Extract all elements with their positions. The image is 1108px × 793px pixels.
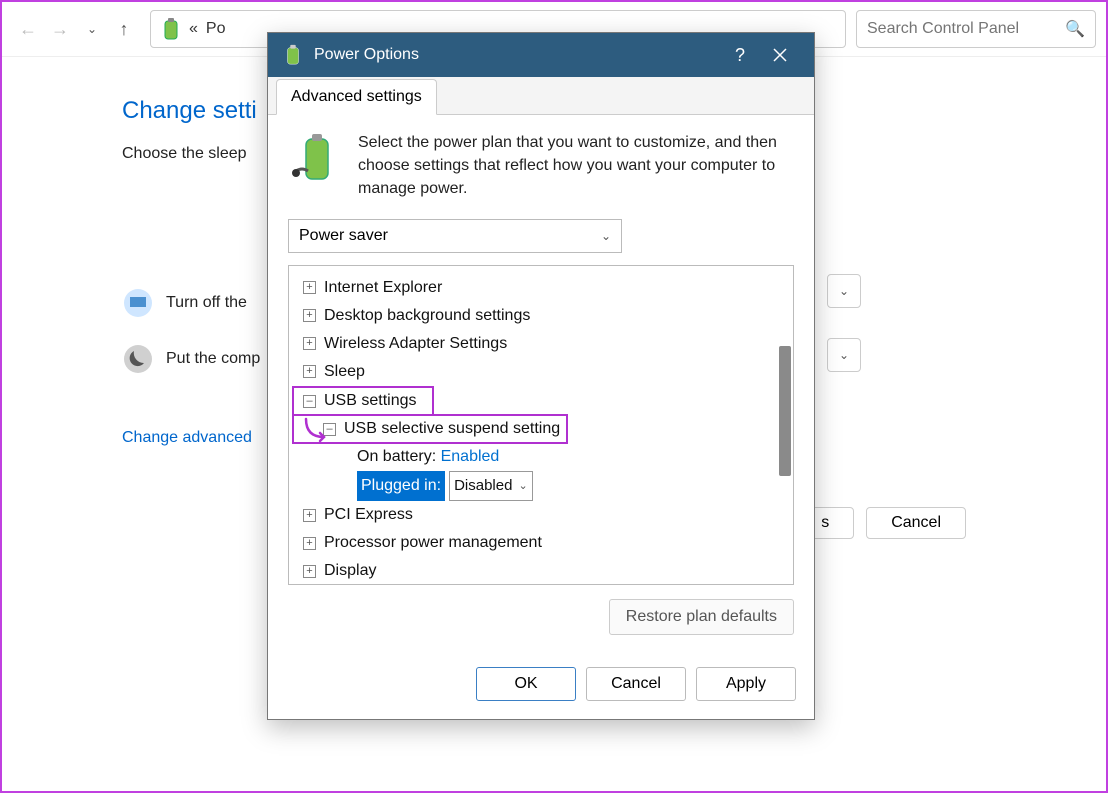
power-plan-select[interactable]: Power saver ⌄ [288,219,622,253]
cancel-button[interactable]: Cancel [586,667,686,701]
tree-wireless[interactable]: +Wireless Adapter Settings [293,330,789,358]
titlebar[interactable]: Power Options ? [268,33,814,77]
sleep-label: Put the comp [166,350,260,368]
turn-off-display-label: Turn off the [166,294,247,312]
expand-icon[interactable]: + [303,565,316,578]
intro-row: Select the power plan that you want to c… [288,131,794,201]
tree-internet-explorer[interactable]: +Internet Explorer [293,274,789,302]
expand-icon[interactable]: + [303,281,316,294]
tree-sleep[interactable]: +Sleep [293,358,789,386]
moon-icon [122,343,154,375]
settings-tree: +Internet Explorer +Desktop background s… [288,265,794,585]
plugged-in-value: Disabled [454,473,512,499]
breadcrumb-text: Po [206,20,226,38]
plugged-in-dropdown[interactable]: Disabled ⌄ [449,471,533,501]
tree-desktop-bg[interactable]: +Desktop background settings [293,302,789,330]
close-icon [773,48,787,62]
power-options-dialog: Power Options ? Advanced settings Select… [267,32,815,720]
help-button[interactable]: ? [720,33,760,77]
cancel-button-bg[interactable]: Cancel [866,507,966,539]
search-icon: 🔍 [1065,19,1085,39]
search-input[interactable] [867,20,1059,38]
close-button[interactable] [760,33,800,77]
chevron-down-icon: ⌄ [518,477,527,496]
plugged-in-row[interactable]: Plugged in: Disabled ⌄ [293,471,789,501]
intro-text: Select the power plan that you want to c… [358,131,794,201]
dialog-button-row: OK Cancel Apply [268,655,814,719]
ok-button[interactable]: OK [476,667,576,701]
battery-icon [282,44,304,66]
tree-processor[interactable]: +Processor power management [293,529,789,557]
dialog-title: Power Options [314,46,720,64]
up-button[interactable]: ↑ [108,13,140,45]
dialog-body: Select the power plan that you want to c… [268,115,814,655]
expand-icon[interactable]: + [303,337,316,350]
apply-button[interactable]: Apply [696,667,796,701]
forward-button[interactable]: → [44,13,76,45]
advanced-settings-link[interactable]: Change advanced [122,429,252,447]
power-plan-icon [288,131,344,187]
expand-icon[interactable]: + [303,537,316,550]
plan-select-value: Power saver [299,227,388,245]
tree-display[interactable]: +Display [293,557,789,584]
restore-defaults-button[interactable]: Restore plan defaults [609,599,794,635]
highlight-arrow-icon [302,417,328,443]
breadcrumb-prefix: « [189,20,198,38]
display-dropdown[interactable]: ⌄ [827,274,861,308]
tab-advanced-settings[interactable]: Advanced settings [276,79,437,115]
tree-usb-settings[interactable]: –USB settings [293,387,433,415]
tree-pci[interactable]: +PCI Express [293,501,789,529]
sleep-dropdown[interactable]: ⌄ [827,338,861,372]
expand-icon[interactable]: + [303,509,316,522]
tree-usb-selective-suspend[interactable]: –USB selective suspend setting [293,415,567,443]
back-button[interactable]: ← [12,13,44,45]
chevron-down-icon: ⌄ [601,229,611,243]
battery-icon [159,17,183,41]
expand-icon[interactable]: + [303,309,316,322]
on-battery-value[interactable]: Enabled [441,443,500,471]
recent-dropdown[interactable]: ⌄ [76,13,108,45]
expand-icon[interactable]: + [303,365,316,378]
on-battery-label: On battery: [357,443,436,471]
monitor-icon [122,287,154,319]
tab-strip: Advanced settings [268,77,814,115]
plugged-in-label: Plugged in: [357,471,445,501]
search-box[interactable]: 🔍 [856,10,1096,48]
collapse-icon[interactable]: – [303,395,316,408]
scrollbar-thumb[interactable] [779,346,791,476]
on-battery-row[interactable]: On battery: Enabled [293,443,789,471]
page-button-row: s Cancel [796,507,966,539]
